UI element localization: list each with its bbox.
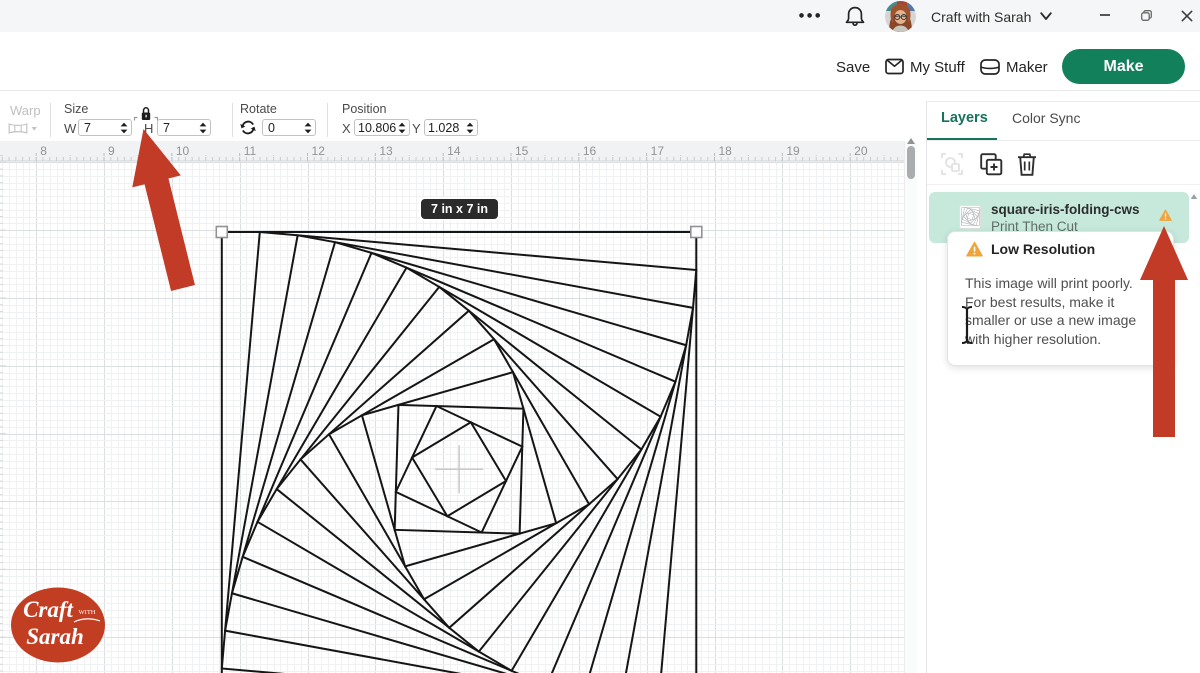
- svg-text:Sarah: Sarah: [26, 624, 84, 649]
- svg-text:Craft: Craft: [23, 597, 73, 622]
- svg-text:WITH: WITH: [79, 609, 96, 616]
